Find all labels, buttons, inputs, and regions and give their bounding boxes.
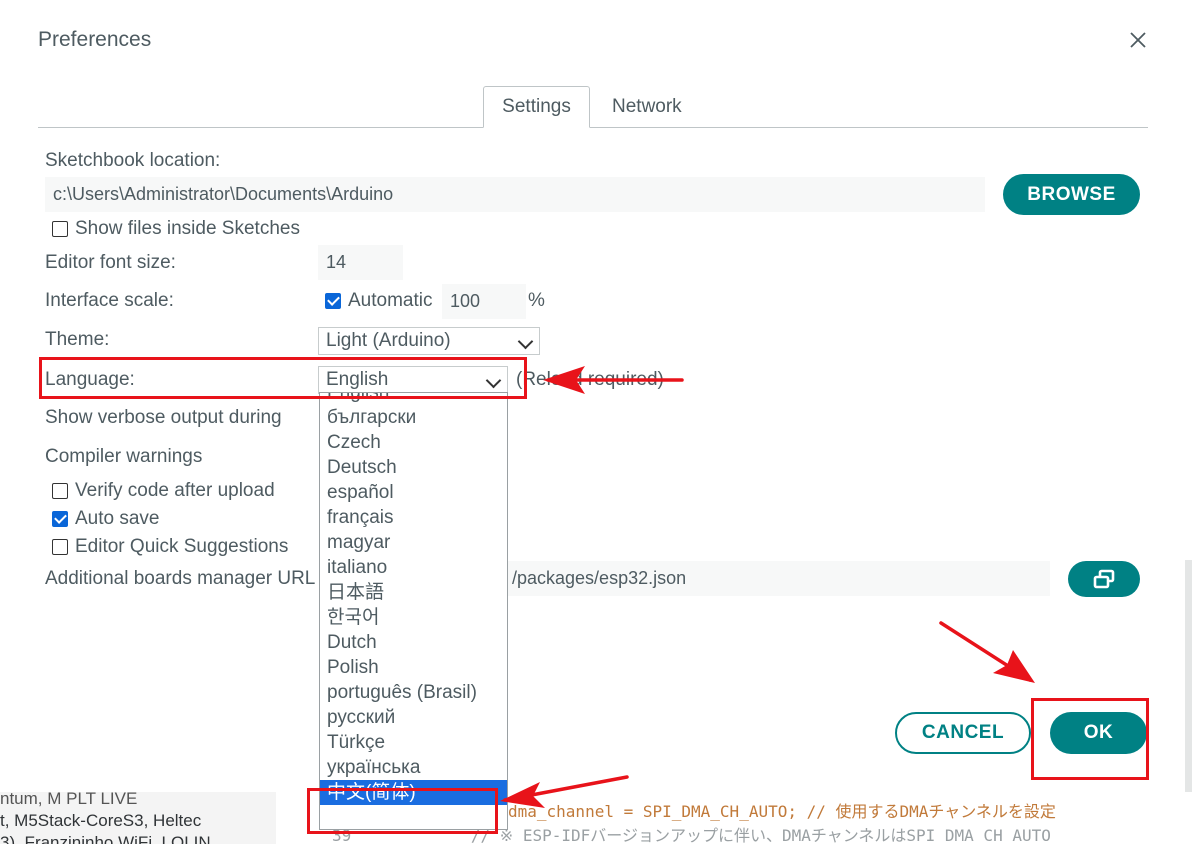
- arrowhead-ok: [993, 650, 1035, 683]
- annotation-arrows: [500, 366, 1035, 808]
